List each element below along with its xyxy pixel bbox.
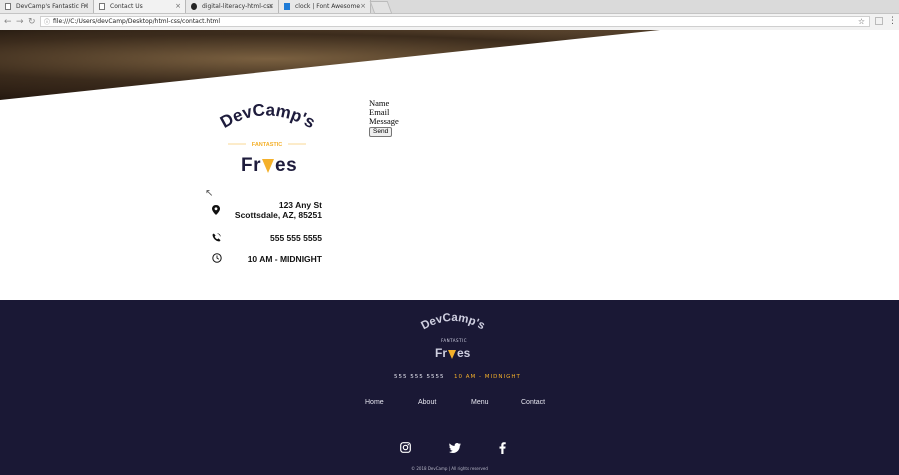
phone-row: 555 555 5555 [212,232,322,244]
logo-tagline: FANTASTIC [252,142,282,148]
footer-copyright: © 2018 DevCamp | All rights reserved [411,466,488,471]
footer-hours: 10 AM - MIDNIGHT [454,374,521,380]
forward-icon[interactable]: → [16,16,24,28]
phone-text: 555 555 5555 [270,233,322,243]
github-icon [191,3,197,10]
send-button[interactable]: Send [369,127,393,137]
clock-icon [212,253,222,263]
page-info-icon: ⓘ [44,19,51,26]
address-line-1: 123 Any St [278,200,322,210]
instagram-icon[interactable] [400,442,411,453]
hero-banner [0,30,899,102]
hours-text: 10 AM - MIDNIGHT [247,254,322,264]
footer-link-home[interactable]: Home [365,399,384,406]
twitter-icon[interactable] [449,443,461,453]
browser-tab-github[interactable]: digital-literacy-html-css × [186,0,279,13]
browser-menu-icon[interactable]: ⋮ [888,15,897,27]
map-marker-icon [212,205,220,215]
svg-text:DevCamp's: DevCamp's [419,312,486,332]
footer-phone: 555 555 5555 [394,374,445,380]
address-line-2: Scottsdale, AZ, 85251 [234,210,322,220]
footer-link-about[interactable]: About [418,399,436,406]
message-label: Message [369,116,399,126]
browser-tab-home[interactable]: DevCamp's Fantastic Fri × [0,0,94,13]
bookmark-star-icon[interactable]: ☆ [858,17,865,27]
new-tab-button[interactable] [369,1,393,14]
contact-form: Name Email Message Send [369,99,399,137]
close-icon[interactable]: × [83,0,89,13]
footer-link-menu[interactable]: Menu [471,399,489,406]
close-icon[interactable]: × [268,0,274,13]
footer-product: Fr es [435,346,471,360]
logo-brand-name: DevCamp's [217,100,318,132]
back-icon[interactable]: ← [4,16,12,28]
svg-text:DevCamp's: DevCamp's [217,100,318,132]
close-icon[interactable]: × [175,0,181,13]
footer-link-contact[interactable]: Contact [521,399,545,406]
page-icon [5,3,11,10]
page-icon [99,3,105,10]
address-bar[interactable]: ⓘ file:///C:/Users/devCamp/Desktop/html-… [40,16,870,27]
browser-tab-bar: DevCamp's Fantastic Fri × Contact Us × d… [0,0,899,14]
hours-row: 10 AM - MIDNIGHT [212,253,322,265]
browser-tab-fontawesome[interactable]: clock | Font Awesome × [279,0,371,13]
font-awesome-icon [284,3,290,10]
reload-icon[interactable]: ↻ [28,16,36,28]
address-row: 123 Any St Scottsdale, AZ, 85251 [212,200,322,222]
hero-diagonal-mask [0,30,899,102]
close-icon[interactable]: × [360,0,366,13]
fries-icon [262,159,274,173]
footer-brand-name: DevCamp's [419,312,486,332]
browser-toolbar: ← → ↻ ⓘ file:///C:/Users/devCamp/Desktop… [0,14,899,31]
phone-icon [212,233,221,242]
mouse-cursor: ↖ [205,188,214,199]
browser-tab-contact[interactable]: Contact Us × [94,0,186,13]
fries-icon [448,350,456,359]
footer-tagline: FANTASTIC [441,338,467,343]
extension-icon[interactable] [875,17,883,25]
logo-product: Fr es [241,155,298,176]
address-text: 123 Any St Scottsdale, AZ, 85251 [235,200,322,220]
facebook-icon[interactable] [499,442,506,454]
